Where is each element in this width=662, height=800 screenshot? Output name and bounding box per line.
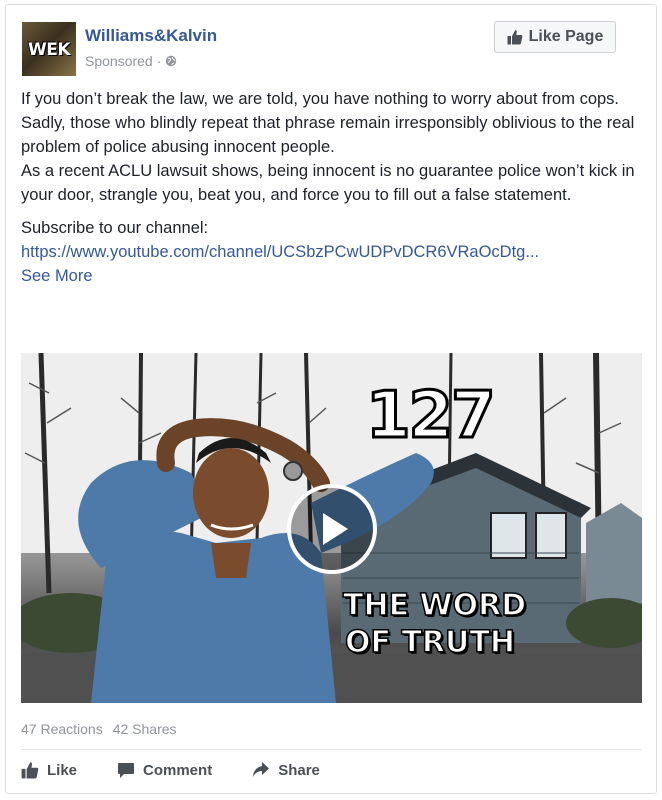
comment-icon: [118, 763, 135, 778]
globe-icon: [166, 55, 177, 67]
subscribe-text: Subscribe to our channel:: [21, 219, 209, 237]
post-paragraph: If you don’t break the law, we are told,…: [21, 90, 620, 108]
video-title-line: OF TRUTH: [344, 624, 515, 661]
share-icon: [253, 762, 270, 777]
reactions-count[interactable]: 47 Reactions: [21, 721, 103, 737]
post-body: If you don’t break the law, we are told,…: [21, 87, 646, 288]
engagement-stats: 47 Reactions 42 Shares: [21, 721, 177, 737]
thumbs-up-icon: [507, 30, 522, 45]
action-bar: Like Comment Share: [21, 761, 320, 779]
sponsored-label[interactable]: Sponsored: [85, 53, 153, 69]
play-icon: [323, 513, 348, 545]
comment-label: Comment: [143, 761, 213, 779]
page-name-link[interactable]: Williams&Kalvin: [85, 26, 217, 46]
episode-number: 127: [365, 379, 498, 453]
page-avatar[interactable]: WEK: [22, 22, 76, 76]
like-page-button[interactable]: Like Page: [494, 21, 616, 53]
share-label: Share: [278, 761, 320, 779]
like-label: Like: [47, 761, 78, 779]
see-more-link[interactable]: See More: [21, 267, 93, 285]
share-button[interactable]: Share: [252, 761, 320, 779]
play-button[interactable]: [287, 484, 377, 574]
post-paragraph: Sadly, those who blindly repeat that phr…: [21, 114, 635, 156]
shares-count[interactable]: 42 Shares: [113, 721, 177, 737]
channel-link[interactable]: https://www.youtube.com/channel/UCSbzPCw…: [21, 243, 539, 261]
divider: [21, 749, 641, 750]
like-page-label: Like Page: [528, 28, 604, 45]
sponsored-post-card: WEK Williams&Kalvin Sponsored · Like Pag…: [5, 4, 657, 794]
post-paragraph: As a recent ACLU lawsuit shows, being in…: [21, 162, 635, 204]
comment-button[interactable]: Comment: [117, 761, 212, 779]
avatar-logo-text: WEK: [27, 40, 71, 60]
sponsored-row: Sponsored ·: [85, 53, 177, 69]
like-button[interactable]: Like: [21, 761, 77, 779]
video-player[interactable]: 127 THE WORD OF TRUTH: [21, 353, 642, 703]
sponsored-separator: ·: [156, 53, 162, 69]
thumbs-up-icon: [21, 762, 39, 779]
video-title-line: THE WORD: [342, 587, 527, 624]
